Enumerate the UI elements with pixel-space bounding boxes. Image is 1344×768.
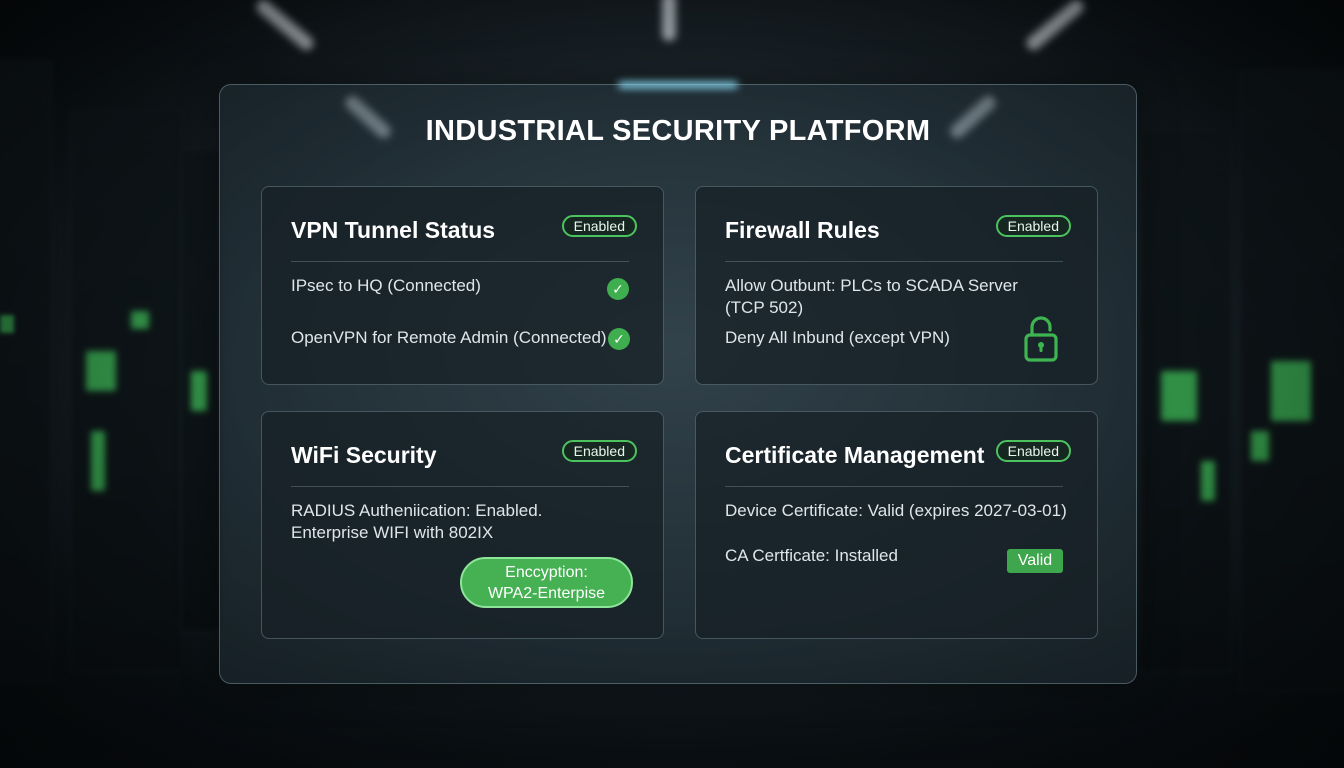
vpn-item-openvpn: OpenVPN for Remote Admin (Connected): [291, 328, 607, 347]
padlock-icon: [1024, 316, 1058, 362]
divider: [291, 261, 629, 262]
card-title: Certificate Management: [725, 442, 985, 468]
security-platform-panel: INDUSTRIAL SECURITY PLATFORM VPN Tunnel …: [219, 82, 1137, 684]
check-circle-icon: ✓: [608, 328, 630, 350]
status-badge: Enabled: [561, 440, 637, 462]
device-certificate-line: Device Certificate: Valid (expires 2027-…: [725, 501, 1067, 520]
firewall-rule-port: (TCP 502): [725, 298, 804, 317]
status-badge: Enabled: [561, 215, 637, 237]
divider: [725, 261, 1063, 262]
wifi-enterprise-line: Enterprise WIFI with 802IX: [291, 523, 494, 542]
divider: [291, 486, 629, 487]
encryption-label: Enccyption:: [505, 564, 588, 581]
vpn-tunnel-status-card[interactable]: VPN Tunnel Status Enabled IPsec to HQ (C…: [261, 186, 664, 385]
encryption-button[interactable]: Enccyption: WPA2-Enterpise: [460, 557, 633, 608]
firewall-rule-inbound: Deny All Inbund (except VPN): [725, 328, 950, 347]
firewall-rules-card[interactable]: Firewall Rules Enabled Allow Outbunt: PL…: [695, 186, 1098, 385]
card-title: Firewall Rules: [725, 217, 880, 243]
card-title: WiFi Security: [291, 442, 437, 468]
vpn-item-ipsec: IPsec to HQ (Connected): [291, 276, 481, 295]
status-badge: Enabled: [995, 440, 1071, 462]
wifi-radius-line: RADIUS Autheniication: Enabled.: [291, 501, 543, 520]
page-title: INDUSTRIAL SECURITY PLATFORM: [425, 115, 931, 147]
panel-glow: [618, 82, 738, 88]
certificate-management-card[interactable]: Certificate Management Enabled Device Ce…: [695, 411, 1098, 639]
card-title: VPN Tunnel Status: [291, 217, 496, 243]
firewall-rule-outbound: Allow Outbunt: PLCs to SCADA Server: [725, 276, 1018, 295]
valid-badge: Valid: [1007, 549, 1063, 573]
wifi-security-card[interactable]: WiFi Security Enabled RADIUS Autheniicat…: [261, 411, 664, 639]
check-circle-icon: ✓: [607, 278, 629, 300]
ca-certificate-line: CA Certficate: Installed: [725, 546, 898, 565]
encryption-value: WPA2-Enterpise: [487, 585, 606, 602]
divider: [725, 486, 1063, 487]
status-badge: Enabled: [995, 215, 1071, 237]
